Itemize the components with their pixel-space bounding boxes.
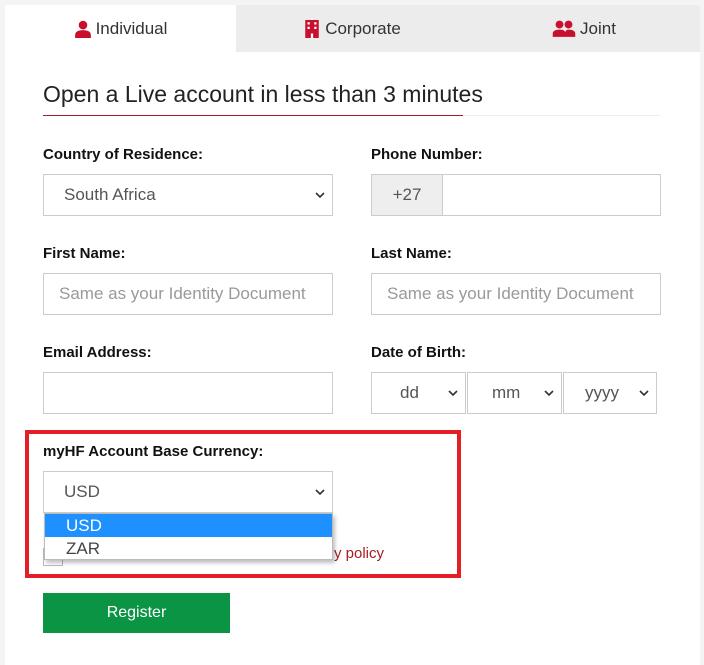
title-underline (43, 115, 463, 116)
chevron-down-icon (315, 192, 325, 199)
year-value: yyyy (585, 383, 619, 402)
users-icon (552, 20, 576, 37)
chevron-down-icon (448, 390, 458, 397)
chevron-down-icon (639, 390, 649, 397)
email-input[interactable] (43, 372, 333, 414)
phone-prefix: +27 (371, 174, 443, 216)
chevron-down-icon (544, 390, 554, 397)
day-value: dd (400, 383, 419, 402)
dob-day-select[interactable]: dd (371, 372, 466, 414)
email-label: Email Address: (43, 344, 152, 361)
country-label: Country of Residence: (43, 146, 204, 163)
highlight-box (25, 430, 461, 578)
country-value: South Africa (64, 185, 156, 204)
first-name-input[interactable]: Same as your Identity Document (43, 273, 333, 315)
placeholder: Same as your Identity Document (59, 284, 306, 303)
tab-label: Individual (95, 18, 168, 38)
divider (463, 115, 660, 116)
first-name-label: First Name: (43, 245, 126, 262)
dob-year-select[interactable]: yyyy (563, 372, 657, 414)
dob-month-select[interactable]: mm (467, 372, 562, 414)
tab-joint[interactable]: Joint (468, 5, 700, 52)
building-icon (305, 19, 319, 38)
phone-label: Phone Number: (371, 146, 483, 163)
last-name-input[interactable]: Same as your Identity Document (371, 273, 661, 315)
country-select[interactable]: South Africa (43, 174, 333, 216)
tab-individual[interactable]: Individual (5, 5, 236, 52)
page-title: Open a Live account in less than 3 minut… (43, 81, 483, 107)
register-button[interactable]: Register (43, 593, 230, 633)
tab-corporate[interactable]: Corporate (236, 5, 468, 52)
last-name-label: Last Name: (371, 245, 452, 262)
tab-label: Joint (580, 18, 616, 38)
month-value: mm (492, 383, 521, 402)
placeholder: Same as your Identity Document (387, 284, 634, 303)
dob-label: Date of Birth: (371, 344, 466, 361)
user-icon (74, 20, 91, 38)
phone-input[interactable] (442, 174, 661, 216)
tab-label: Corporate (325, 18, 401, 38)
